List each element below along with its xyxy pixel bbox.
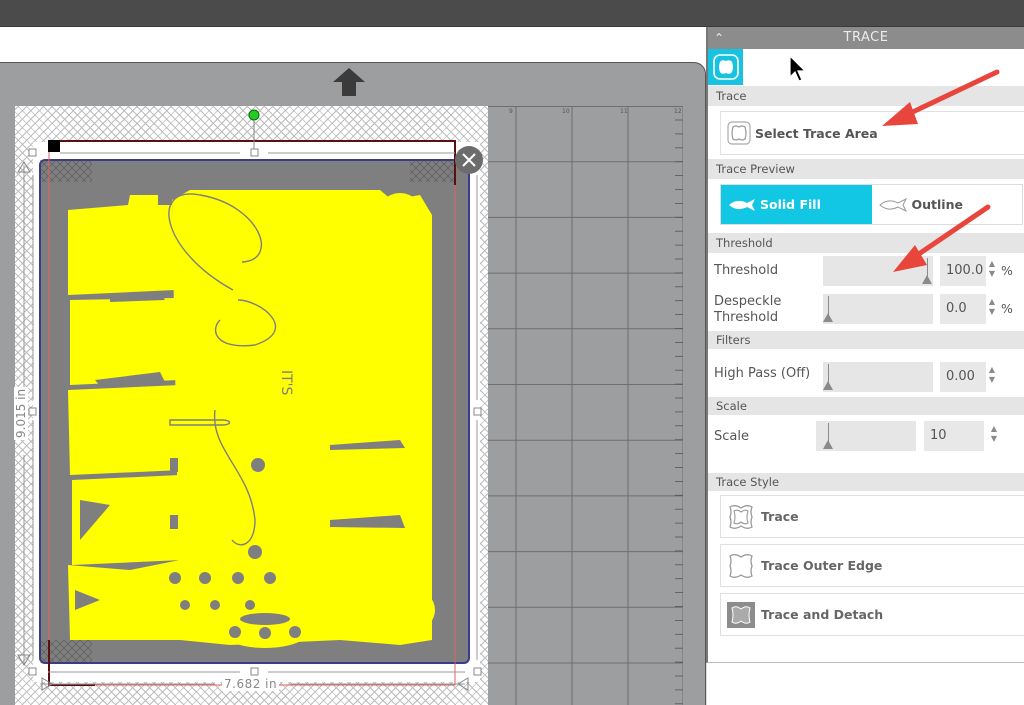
despeckle-label-line1: Despeckle (714, 294, 782, 309)
panel-empty-area (706, 663, 1024, 705)
trace-and-detach-button[interactable]: Trace and Detach (720, 593, 1024, 636)
mat-feed-arrow-icon (333, 68, 365, 96)
outline-label: Outline (911, 197, 963, 212)
mouse-cursor-icon (789, 55, 807, 82)
trace-button[interactable]: Trace (720, 495, 1024, 538)
trace-panel: ⌃ TRACE Trace Select Trace Area Trace Pr… (706, 27, 1024, 663)
threshold-input[interactable]: 100.0 (940, 256, 986, 286)
trace-and-detach-label: Trace and Detach (761, 607, 884, 622)
despeckle-label-line2: Threshold (714, 310, 779, 325)
scale-slider-thumb[interactable] (823, 440, 833, 449)
despeckle-slider-thumb[interactable] (823, 313, 833, 322)
panel-tabs (708, 49, 1024, 86)
section-header-trace-preview: Trace Preview (708, 159, 1024, 179)
rotate-handle[interactable] (248, 109, 260, 121)
scale-input[interactable]: 10 (924, 421, 984, 451)
section-header-trace: Trace (708, 86, 1024, 106)
fish-outline-icon (878, 197, 907, 212)
threshold-unit: % (1001, 263, 1013, 278)
section-header-scale: Scale (708, 397, 1024, 415)
trace-outer-edge-label: Trace Outer Edge (761, 558, 883, 573)
panel-title-bar: ⌃ TRACE (708, 27, 1024, 49)
trace-style-icon (729, 504, 753, 529)
chevron-up-icon[interactable]: ⌃ (714, 27, 725, 49)
trace-outer-edge-button[interactable]: Trace Outer Edge (720, 544, 1024, 587)
threshold-slider[interactable] (823, 256, 933, 286)
design-text-its: IT'S (278, 370, 294, 396)
trace-area-handle[interactable] (48, 140, 60, 152)
section-header-filters: Filters (708, 331, 1024, 349)
scale-slider[interactable] (816, 421, 916, 451)
ruler-number: 11 (620, 108, 628, 115)
despeckle-input[interactable]: 0.0 (940, 294, 986, 324)
despeckle-stepper[interactable]: ▲ ▼ (987, 297, 997, 321)
high-pass-label: High Pass (Off) (714, 366, 811, 381)
trace-outer-edge-icon (729, 553, 753, 578)
outline-option[interactable]: Outline (871, 185, 1022, 224)
window-title-bar (0, 0, 1024, 27)
trace-label: Trace (761, 509, 799, 524)
solid-fill-option[interactable]: Solid Fill (721, 185, 872, 224)
trace-and-detach-icon (727, 601, 755, 628)
select-trace-area-button[interactable]: Select Trace Area (720, 111, 1024, 155)
width-dimension-label: 7.682 in (222, 677, 280, 691)
scale-label: Scale (714, 429, 749, 444)
ruler-number: 10 (562, 108, 570, 115)
ruler-number: 12 (674, 108, 682, 115)
despeckle-slider[interactable] (823, 294, 933, 324)
trace-preview-toggle: Solid Fill Outline (720, 184, 1023, 225)
section-header-trace-style: Trace Style (708, 473, 1024, 491)
section-header-threshold: Threshold (708, 233, 1024, 253)
high-pass-input[interactable]: 0.00 (940, 362, 986, 392)
mat-grid (488, 106, 683, 705)
high-pass-stepper[interactable]: ▲ ▼ (987, 365, 997, 389)
design-selection-layer[interactable]: IT'S (0, 100, 500, 705)
delete-object-button[interactable] (455, 146, 483, 174)
trace-area-icon (727, 121, 751, 145)
solid-fill-label: Solid Fill (760, 197, 821, 212)
ruler-number: 9 (509, 108, 513, 115)
select-trace-area-label: Select Trace Area (755, 125, 878, 141)
despeckle-unit: % (1001, 301, 1013, 316)
panel-title: TRACE (843, 30, 889, 45)
threshold-slider-thumb[interactable] (922, 275, 932, 284)
trace-tab-icon[interactable] (708, 49, 743, 85)
high-pass-slider[interactable] (823, 362, 933, 392)
despeckle-label: Despeckle Threshold (714, 294, 781, 326)
threshold-stepper[interactable]: ▲ ▼ (987, 259, 997, 283)
height-dimension-label: 9.015 in (14, 386, 28, 440)
trace-fill-preview (68, 190, 435, 648)
fish-solid-icon (729, 198, 755, 211)
high-pass-slider-thumb[interactable] (823, 381, 833, 390)
scale-stepper[interactable]: ▲ ▼ (989, 424, 999, 448)
threshold-label: Threshold (714, 263, 779, 278)
